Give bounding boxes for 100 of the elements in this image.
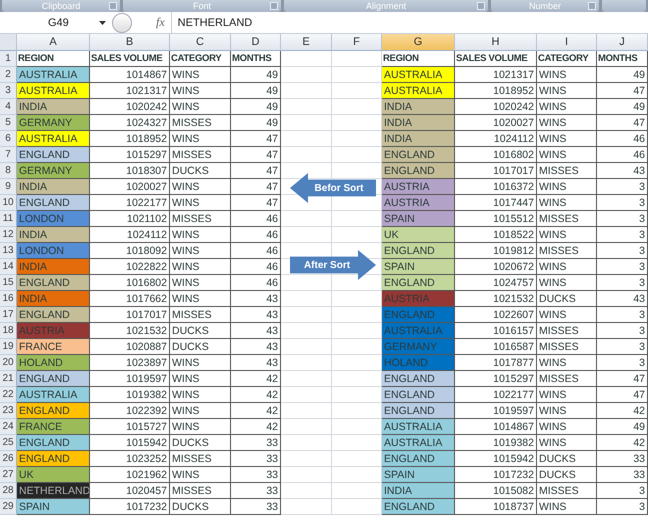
column-header[interactable]: G (382, 34, 455, 51)
column-header[interactable]: C (170, 34, 231, 51)
column-header[interactable]: J (597, 34, 648, 51)
row-number: 17 (0, 307, 17, 323)
table-cell: 3 (597, 307, 648, 323)
table-cell: MISSES (537, 243, 597, 259)
region-cell: ENGLAND (382, 451, 455, 467)
table-cell: 1023252 (90, 451, 170, 467)
header-cell: MONTHS (231, 51, 281, 67)
table-cell: WINS (170, 83, 231, 99)
table-cell: MISSES (537, 163, 597, 179)
dialog-launcher-icon[interactable] (588, 2, 596, 10)
column-header[interactable]: B (90, 34, 170, 51)
table-cell: MISSES (537, 211, 597, 227)
caret-icon[interactable] (99, 20, 106, 24)
table-cell: 47 (231, 163, 281, 179)
table-cell: 1021102 (90, 211, 170, 227)
table-cell: WINS (537, 147, 597, 163)
row-number: 21 (0, 371, 17, 387)
table-cell: 43 (231, 323, 281, 339)
column-header[interactable]: D (231, 34, 281, 51)
table-cell: 47 (597, 387, 648, 403)
table-cell: 1018952 (455, 83, 537, 99)
row-number: 14 (0, 259, 17, 275)
row-number: 28 (0, 483, 17, 499)
table-cell: 3 (597, 275, 648, 291)
table-cell: 47 (231, 195, 281, 211)
region-cell: INDIA (382, 115, 455, 131)
table-cell: WINS (537, 99, 597, 115)
table-cell: DUCKS (537, 451, 597, 467)
table-cell: 1017662 (90, 291, 170, 307)
ribbon-group-label: Font (123, 0, 281, 12)
row-number: 2 (0, 67, 17, 83)
column-header[interactable]: H (455, 34, 537, 51)
table-cell: 33 (597, 467, 648, 483)
right-arrow-callout: After Sort (290, 250, 376, 280)
column-header[interactable]: E (281, 34, 332, 51)
formula-field[interactable]: NETHERLAND (172, 16, 252, 28)
table-cell: 1022822 (90, 259, 170, 275)
region-cell: ENGLAND (382, 403, 455, 419)
table-cell: 1017017 (455, 163, 537, 179)
column-header[interactable]: F (332, 34, 382, 51)
table-cell: 33 (231, 451, 281, 467)
table-cell: 1019597 (455, 403, 537, 419)
row-number: 6 (0, 131, 17, 147)
table-cell: 3 (597, 179, 648, 195)
table-cell: 1021317 (455, 67, 537, 83)
dialog-launcher-icon[interactable] (270, 2, 278, 10)
region-cell: AUSTRALIA (17, 387, 90, 403)
name-box[interactable]: G49 (0, 12, 112, 33)
region-cell: INDIA (17, 179, 90, 195)
table-cell: WINS (537, 355, 597, 371)
table-cell: 1022177 (90, 195, 170, 211)
dialog-launcher-icon[interactable] (477, 2, 485, 10)
row-number: 26 (0, 451, 17, 467)
table-cell: WINS (170, 227, 231, 243)
table-cell: 1016157 (455, 323, 537, 339)
table-cell: 49 (597, 67, 648, 83)
table-cell: 42 (231, 387, 281, 403)
row-number: 10 (0, 195, 17, 211)
left-arrow-callout: Befor Sort (290, 173, 376, 203)
row-number: 3 (0, 83, 17, 99)
region-cell: LONDON (17, 243, 90, 259)
dialog-launcher-icon[interactable] (109, 2, 117, 10)
region-cell: HOLAND (17, 355, 90, 371)
table-cell: 47 (597, 371, 648, 387)
table-cell: 1020242 (455, 99, 537, 115)
table-cell: 1018522 (455, 227, 537, 243)
row-number: 29 (0, 499, 17, 515)
table-cell: 49 (231, 115, 281, 131)
table-cell: 46 (231, 275, 281, 291)
region-cell: SPAIN (382, 467, 455, 483)
table-cell: WINS (537, 115, 597, 131)
table-cell: 1019382 (455, 435, 537, 451)
table-cell: MISSES (170, 451, 231, 467)
select-all-corner[interactable] (0, 34, 17, 51)
table-cell: 1017017 (90, 307, 170, 323)
table-cell: 33 (231, 467, 281, 483)
region-cell: INDIA (17, 99, 90, 115)
table-cell: 46 (231, 227, 281, 243)
region-cell: UK (382, 227, 455, 243)
table-cell: WINS (170, 179, 231, 195)
table-cell: WINS (537, 275, 597, 291)
table-cell: WINS (537, 499, 597, 515)
region-cell: FRANCE (17, 339, 90, 355)
region-cell: ENGLAND (17, 307, 90, 323)
table-cell: MISSES (537, 339, 597, 355)
row-number: 18 (0, 323, 17, 339)
table-cell: WINS (170, 243, 231, 259)
region-cell: ENGLAND (382, 275, 455, 291)
table-cell: WINS (170, 99, 231, 115)
region-cell: ENGLAND (382, 147, 455, 163)
table-cell: 3 (597, 195, 648, 211)
function-label[interactable]: fx (132, 12, 172, 33)
table-cell: 1021532 (455, 291, 537, 307)
region-cell: INDIA (382, 131, 455, 147)
column-header[interactable]: I (537, 34, 597, 51)
column-header[interactable]: A (17, 34, 90, 51)
table-cell: WINS (537, 131, 597, 147)
table-cell: 1018307 (90, 163, 170, 179)
